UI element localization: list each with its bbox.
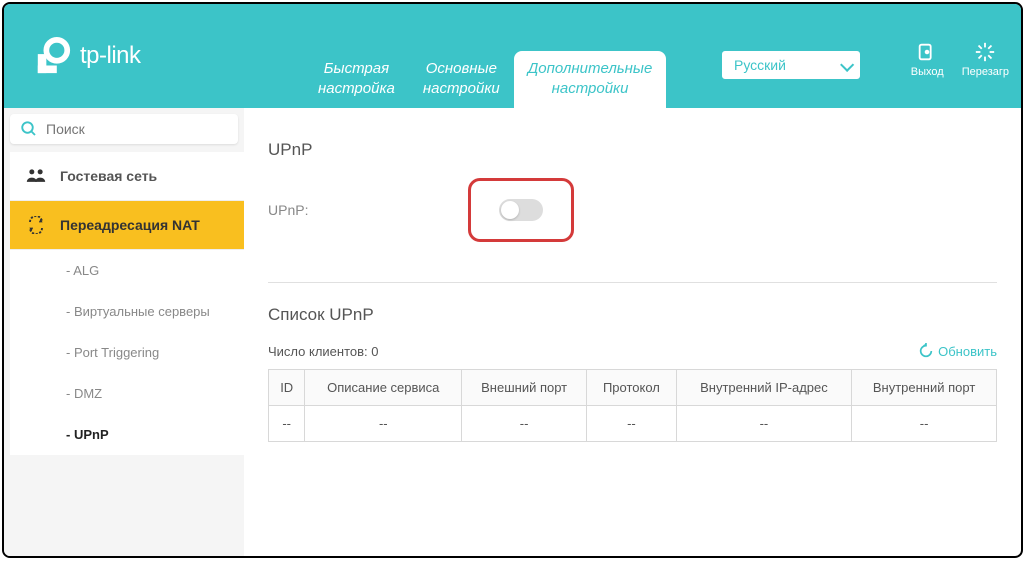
refresh-button[interactable]: Обновить [918, 343, 997, 359]
sidebar-sub-upnp[interactable]: - UPnP [10, 414, 244, 455]
header-tabs: Быстраянастройка Основныенастройки Допол… [304, 51, 666, 108]
th-internal-ip: Внутренний IP-адрес [676, 370, 851, 406]
sidebar-item-label: Гостевая сеть [60, 168, 157, 184]
users-icon [26, 166, 46, 186]
section-title-upnp: UPnP [268, 140, 997, 160]
tab-basic[interactable]: Основныенастройки [409, 51, 514, 108]
toggle-highlight [468, 178, 574, 242]
upnp-table: ID Описание сервиса Внешний порт Протоко… [268, 369, 997, 442]
search-input[interactable] [46, 121, 228, 137]
refresh-icon [918, 343, 934, 359]
search-box[interactable] [10, 114, 238, 144]
sidebar-item-guest-network[interactable]: Гостевая сеть [10, 152, 244, 201]
sidebar-sub-dmz[interactable]: - DMZ [10, 373, 244, 414]
tab-quick-setup[interactable]: Быстраянастройка [304, 51, 409, 108]
header: tp-link Быстраянастройка Основныенастрой… [4, 4, 1021, 108]
sidebar-item-nat-forwarding[interactable]: Переадресация NAT [10, 201, 244, 250]
table-header-row: ID Описание сервиса Внешний порт Протоко… [269, 370, 997, 406]
sidebar: Гостевая сеть Переадресация NAT - ALG - … [4, 108, 244, 556]
th-external-port: Внешний порт [462, 370, 587, 406]
toggle-knob [501, 201, 519, 219]
logout-icon [911, 40, 944, 64]
reboot-button[interactable]: Перезагр [962, 40, 1009, 78]
table-row: -- -- -- -- -- -- [269, 406, 997, 442]
sidebar-item-label: Переадресация NAT [60, 217, 200, 233]
divider [268, 282, 997, 283]
th-service-desc: Описание сервиса [305, 370, 462, 406]
tab-advanced[interactable]: Дополнительныенастройки [514, 51, 667, 108]
sidebar-sub-alg[interactable]: - ALG [10, 250, 244, 291]
language-select[interactable]: Русский [721, 50, 861, 80]
tplink-logo-icon [34, 37, 72, 75]
upnp-label: UPnP: [268, 202, 468, 218]
reboot-icon [962, 40, 1009, 64]
main-content: UPnP UPnP: Список UPnP Число клиентов: 0… [244, 108, 1021, 556]
th-protocol: Протокол [587, 370, 677, 406]
forwarding-icon [26, 215, 46, 235]
th-internal-port: Внутренний порт [852, 370, 997, 406]
brand-logo: tp-link [34, 37, 141, 75]
search-icon [20, 120, 38, 138]
upnp-toggle[interactable] [499, 199, 543, 221]
th-id: ID [269, 370, 305, 406]
brand-text: tp-link [80, 42, 141, 70]
logout-button[interactable]: Выход [911, 40, 944, 78]
clients-count: Число клиентов: 0 [268, 344, 379, 359]
sidebar-sub-virtual-servers[interactable]: - Виртуальные серверы [10, 291, 244, 332]
sidebar-sub-port-triggering[interactable]: - Port Triggering [10, 332, 244, 373]
section-title-upnp-list: Список UPnP [268, 305, 997, 325]
